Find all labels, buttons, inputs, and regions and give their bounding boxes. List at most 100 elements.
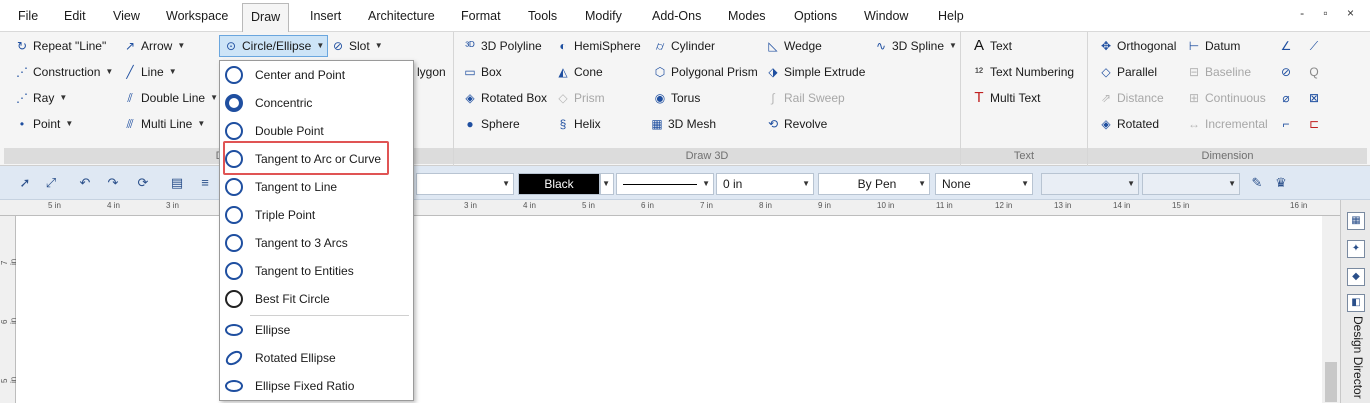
distance-button[interactable]: ⇗ Distance [1098,87,1164,109]
menu-item-ellipse-fixed-ratio[interactable]: Ellipse Fixed Ratio [220,372,413,400]
layers-icon[interactable]: ≡ [196,174,214,192]
menu-window[interactable]: Window [856,3,916,29]
window-controls[interactable]: - ▫ × [1300,6,1362,20]
menu-workspace[interactable]: Workspace [158,3,236,29]
design-director-tab[interactable]: Design Director [1351,316,1365,399]
panel-design-director-icon[interactable]: ◧ [1347,294,1365,312]
pattern-scale-select[interactable]: ▼ [1142,173,1240,195]
revolve-button[interactable]: ⟲ Revolve [765,113,827,135]
text-button[interactable]: A Text [971,35,1012,57]
color-select[interactable]: Black [518,173,600,195]
rotated-button[interactable]: ◈ Rotated [1098,113,1159,135]
torus-button[interactable]: ◉ Torus [652,87,701,109]
menu-modes[interactable]: Modes [720,3,774,29]
datum-button[interactable]: ⊢ Datum [1186,35,1241,57]
menu-options[interactable]: Options [786,3,845,29]
simple-extrude-button[interactable]: ⬗ Simple Extrude [765,61,865,83]
line-width-select[interactable]: 0 in ▼ [716,173,814,195]
eyedropper-icon[interactable]: ✎ [1248,174,1266,192]
menu-item-triple-point[interactable]: Triple Point [220,201,413,229]
radius-button[interactable]: ⊘ [1278,61,1294,83]
menu-architecture[interactable]: Architecture [360,3,443,29]
polygon-button[interactable]: lygon [417,61,446,83]
panel-properties-icon[interactable]: ▦ [1347,212,1365,230]
line-button[interactable]: ╱ Line ▼ [122,61,176,83]
circle-ellipse-button[interactable]: ⊙ Circle/Ellipse ▼ [219,35,329,57]
menu-insert[interactable]: Insert [302,3,349,29]
drawing-canvas[interactable] [16,216,1340,403]
menu-draw[interactable]: Draw [242,3,290,33]
node-edit-icon[interactable]: ⤢ [42,174,60,192]
refresh-icon[interactable]: ⟳ [134,174,152,192]
menu-item-tangent-to-3-arcs[interactable]: Tangent to 3 Arcs [220,229,413,257]
text-numbering-button[interactable]: ¹² Text Numbering [971,61,1074,83]
menu-add-ons[interactable]: Add-Ons [644,3,709,29]
leader-button[interactable]: ⟋ [1306,35,1322,57]
prism-button[interactable]: ◇ Prism [555,87,604,109]
menu-tools[interactable]: Tools [520,3,565,29]
panel-layers-icon[interactable]: ✦ [1347,240,1365,258]
fill-select[interactable]: None ▼ [935,173,1033,195]
ray-button[interactable]: ⋰ Ray ▼ [14,87,67,109]
menu-item-concentric[interactable]: Concentric [220,89,413,117]
continuous-button[interactable]: ⊞ Continuous [1186,87,1266,109]
orthogonal-button[interactable]: ✥ Orthogonal [1098,35,1176,57]
line-style-select[interactable]: ▼ [616,173,714,195]
multi-text-button[interactable]: T Multi Text [971,87,1040,109]
tolerance-button[interactable]: ⊏ [1306,113,1322,135]
menu-edit[interactable]: Edit [56,3,94,29]
redo-icon[interactable]: ↷ [104,174,122,192]
pattern-select[interactable]: ▼ [1041,173,1139,195]
menu-item-best-fit-circle[interactable]: Best Fit Circle [220,285,413,313]
rotated-box-button[interactable]: ◈ Rotated Box [462,87,547,109]
menu-item-rotated-ellipse[interactable]: Rotated Ellipse [220,344,413,372]
repeat-line-button[interactable]: ↻ Repeat "Line" [14,35,106,57]
3d-spline-button[interactable]: ∿ 3D Spline ▼ [873,35,957,57]
cone-button[interactable]: ◭ Cone [555,61,602,83]
panel-objects-icon[interactable]: ◆ [1347,268,1365,286]
3d-mesh-button[interactable]: ▦ 3D Mesh [649,113,716,135]
point-button[interactable]: • Point ▼ [14,113,73,135]
paint-bucket-icon[interactable]: ♛ [1272,174,1290,192]
polygonal-prism-button[interactable]: ⬡ Polygonal Prism [652,61,758,83]
diagonal-dimension-button[interactable]: ⊠ [1306,87,1322,109]
menu-format[interactable]: Format [453,3,509,29]
sphere-button[interactable]: ● Sphere [462,113,519,135]
3d-polyline-button[interactable]: ³ᴰ 3D Polyline [462,35,541,57]
multi-line-button[interactable]: ⫻ Multi Line ▼ [122,113,205,135]
vertical-scrollbar[interactable] [1322,216,1340,403]
select-icon[interactable]: ➚ [16,174,34,192]
pen-select[interactable]: By Pen ▼ [818,173,930,195]
arrow-button[interactable]: ↗ Arrow ▼ [122,35,185,57]
scrollbar-thumb[interactable] [1325,362,1337,402]
properties-icon[interactable]: ▤ [168,174,186,192]
menu-item-center-and-point[interactable]: Center and Point [220,61,413,89]
menu-help[interactable]: Help [930,3,972,29]
construction-button[interactable]: ⋰ Construction ▼ [14,61,113,83]
parallel-button[interactable]: ◇ Parallel [1098,61,1157,83]
chamfer-button[interactable]: ⌐ [1278,113,1294,135]
menu-file[interactable]: File [10,3,46,29]
ruler-label: 13 in [1054,201,1072,210]
rail-sweep-button[interactable]: ∫ Rail Sweep [765,87,844,109]
undo-icon[interactable]: ↶ [76,174,94,192]
layer-select[interactable]: ▼ [416,173,514,195]
incremental-button[interactable]: ↔ Incremental [1186,113,1268,135]
cylinder-button[interactable]: ⌭ Cylinder [652,35,715,57]
box-button[interactable]: ▭ Box [462,61,501,83]
hemisphere-button[interactable]: ◐ HemiSphere [555,35,640,57]
menu-item-tangent-to-line[interactable]: Tangent to Line [220,173,413,201]
wedge-button[interactable]: ◺ Wedge [765,35,821,57]
helix-button[interactable]: § Helix [555,113,601,135]
color-dropdown-arrow[interactable]: ▼ [600,173,614,195]
double-line-button[interactable]: ⫽ Double Line ▼ [122,87,218,109]
diameter-button[interactable]: ⌀ [1278,87,1294,109]
menu-item-ellipse[interactable]: Ellipse [220,316,413,344]
quick-dimension-button[interactable]: Q [1306,61,1322,83]
slot-button[interactable]: ⊘ Slot ▼ [330,35,383,57]
menu-view[interactable]: View [105,3,148,29]
menu-modify[interactable]: Modify [577,3,630,29]
baseline-button[interactable]: ⊟ Baseline [1186,61,1251,83]
menu-item-tangent-to-entities[interactable]: Tangent to Entities [220,257,413,285]
angular-dimension-button[interactable]: ∠ [1278,35,1294,57]
